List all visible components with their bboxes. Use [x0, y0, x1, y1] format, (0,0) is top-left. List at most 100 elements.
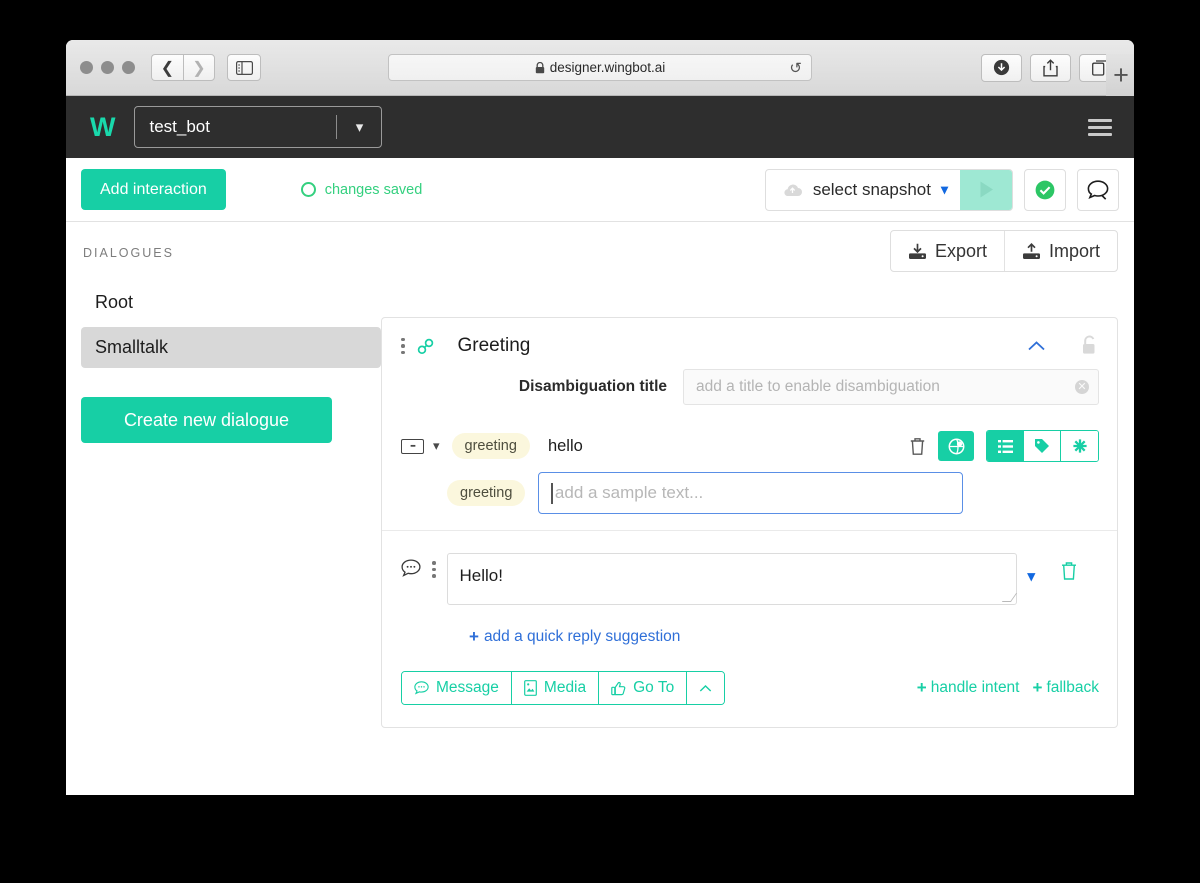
snapshot-group: select snapshot ▾	[764, 168, 1013, 211]
card-title: Greeting	[457, 335, 531, 356]
upload-icon	[1022, 242, 1040, 259]
new-tab-button[interactable]: +	[1106, 54, 1134, 96]
speech-bubble-icon	[1087, 179, 1109, 200]
chrome-right-buttons	[981, 53, 1120, 82]
sample-texts-section: ▪▪▪ ▾ greeting hello greeting add a samp…	[382, 425, 1117, 531]
list-button[interactable]	[987, 431, 1024, 461]
sample-text: hello	[547, 436, 583, 455]
fallback-button[interactable]: + fallback	[1033, 678, 1100, 698]
thumbs-up-icon	[611, 681, 626, 695]
hamburger-menu-icon[interactable]	[1088, 118, 1112, 136]
cloud-upload-icon	[784, 184, 802, 196]
message-textarea[interactable]: Hello!	[446, 553, 1017, 605]
browser-chrome: ❮ ❯ designer.wingbot.ai ↺ +	[66, 40, 1134, 96]
chevron-up-icon	[700, 684, 712, 692]
keyboard-icon: ▪▪▪	[401, 438, 424, 454]
image-icon	[524, 680, 537, 696]
play-icon	[980, 181, 993, 198]
fallback-label: fallback	[1046, 679, 1099, 696]
location-button[interactable]	[938, 431, 974, 461]
trash-icon[interactable]	[1060, 561, 1078, 581]
run-snapshot-button[interactable]	[960, 169, 1012, 210]
create-new-dialogue-button[interactable]: Create new dialogue	[81, 397, 332, 443]
tag-button[interactable]	[1024, 431, 1061, 461]
message-row: Hello! ▾	[401, 553, 1099, 605]
download-icon[interactable]	[981, 53, 1022, 82]
more-actions-button[interactable]	[687, 672, 725, 704]
drag-handle-icon[interactable]	[401, 337, 405, 355]
chevron-down-icon[interactable]: ▾	[1028, 567, 1036, 585]
add-message-label: Message	[436, 679, 499, 696]
disambiguation-label: Disambiguation title	[518, 378, 667, 395]
status-ring-icon	[300, 182, 316, 197]
trash-icon[interactable]	[909, 437, 926, 456]
add-goto-label: Go To	[633, 679, 675, 696]
window-traffic-lights	[80, 61, 135, 74]
save-status-label: changes saved	[324, 181, 423, 198]
snapshot-select[interactable]: select snapshot ▾	[766, 170, 960, 210]
resize-handle[interactable]	[1001, 593, 1017, 602]
card-header: Greeting	[382, 318, 1117, 369]
handle-intent-button[interactable]: + handle intent	[917, 678, 1020, 698]
export-label: Export	[934, 240, 987, 261]
add-quick-reply-button[interactable]: + add a quick reply suggestion	[469, 627, 680, 647]
chevron-down-icon[interactable]: ▾	[337, 118, 381, 136]
disambiguation-row: Disambiguation title add a title to enab…	[382, 369, 1117, 425]
message-text: Hello!	[459, 566, 503, 585]
interaction-card: Greeting Disambiguation title add a titl…	[381, 317, 1118, 728]
link-icon[interactable]	[417, 338, 434, 355]
sidebar-toggle-icon[interactable]	[227, 54, 261, 81]
intent-tag[interactable]: greeting	[451, 433, 530, 459]
app-content: DIALOGUES Root Smalltalk Create new dial…	[66, 222, 1134, 793]
card-actions: Message Media Go To + handle intent + fa…	[382, 647, 1117, 727]
disambiguation-placeholder: add a title to enable disambiguation	[696, 378, 940, 395]
address-bar[interactable]: designer.wingbot.ai ↺	[388, 54, 812, 81]
disambiguation-input[interactable]: add a title to enable disambiguation ✕	[683, 369, 1099, 405]
chevron-up-icon[interactable]	[1027, 340, 1046, 352]
handle-intent-label: handle intent	[930, 679, 1020, 696]
url-text: designer.wingbot.ai	[549, 60, 666, 75]
sample-mode-group	[986, 430, 1099, 462]
add-message-button[interactable]: Message	[402, 672, 512, 704]
sample-input-placeholder: add a sample text...	[554, 483, 704, 502]
minimize-window-button[interactable]	[101, 61, 114, 74]
add-goto-button[interactable]: Go To	[599, 672, 688, 704]
sidebar-heading: DIALOGUES	[83, 246, 174, 260]
forward-arrow-icon[interactable]: ❯	[183, 54, 215, 81]
text-caret	[551, 482, 553, 504]
chat-preview-button[interactable]	[1077, 168, 1119, 211]
bot-selector[interactable]: test_bot ▾	[134, 106, 383, 148]
sample-row: ▪▪▪ ▾ greeting hello	[401, 430, 1099, 462]
new-sample-tag[interactable]: greeting	[447, 480, 526, 506]
import-label: Import	[1048, 240, 1100, 261]
sidebar-item-root[interactable]: Root	[81, 282, 381, 323]
add-interaction-button[interactable]: Add interaction	[81, 169, 226, 210]
drag-handle-icon[interactable]	[432, 561, 436, 578]
close-window-button[interactable]	[80, 61, 93, 74]
clear-circle-icon[interactable]: ✕	[1075, 380, 1089, 394]
plus-icon: +	[916, 678, 927, 697]
wildcard-button[interactable]	[1061, 431, 1098, 461]
export-button[interactable]: Export	[891, 231, 1004, 271]
chevron-down-icon[interactable]: ▾	[433, 438, 440, 454]
back-arrow-icon[interactable]: ❮	[151, 54, 183, 81]
browser-window: ❮ ❯ designer.wingbot.ai ↺ + W test_bot ▾…	[66, 40, 1134, 795]
add-quick-reply-label: add a quick reply suggestion	[483, 628, 681, 645]
maximize-window-button[interactable]	[122, 61, 135, 74]
new-sample-row: greeting add a sample text...	[447, 472, 1099, 514]
add-media-label: Media	[543, 679, 587, 696]
save-status: changes saved	[300, 181, 423, 198]
chevron-down-icon[interactable]: ▾	[941, 181, 948, 198]
reload-icon[interactable]: ↺	[789, 59, 802, 77]
toolbar-right-group: select snapshot ▾	[764, 168, 1119, 211]
unlock-icon[interactable]	[1080, 335, 1099, 357]
speech-bubble-icon	[401, 559, 421, 577]
import-button[interactable]: Import	[1003, 231, 1117, 271]
sidebar-item-smalltalk[interactable]: Smalltalk	[81, 327, 381, 368]
validation-status-button[interactable]	[1024, 168, 1066, 211]
sample-text-input[interactable]: add a sample text...	[538, 472, 964, 514]
export-import-group: Export Import	[889, 230, 1118, 272]
share-icon[interactable]	[1030, 53, 1071, 82]
add-media-button[interactable]: Media	[511, 672, 600, 704]
add-element-group: Message Media Go To	[401, 671, 726, 705]
